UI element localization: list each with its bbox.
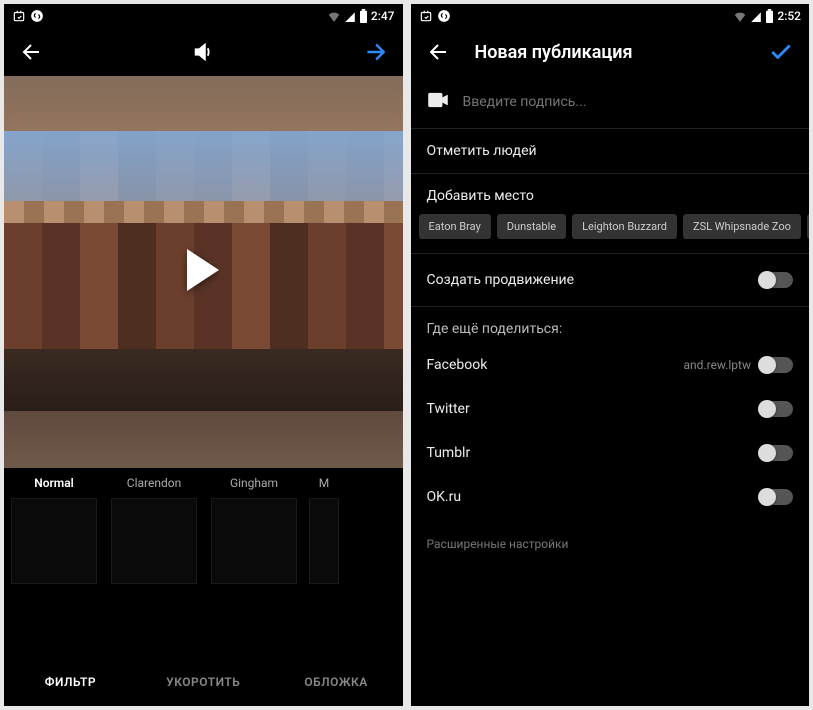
filter-label: Gingham [204,476,304,490]
share-label: Facebook [427,357,684,373]
filter-item[interactable]: M [304,476,344,584]
status-time: 2:52 [777,9,801,23]
tab-cover[interactable]: ОБЛОЖКА [270,675,403,689]
filter-strip: NormalClarendonGinghamM [4,468,403,584]
location-chips: Eaton BrayDunstableLeighton BuzzardZSL W… [411,214,810,253]
status-time: 2:47 [371,9,395,23]
share-toggle[interactable] [759,445,793,461]
filter-label: M [304,476,344,490]
filter-thumbnail [309,498,339,584]
filter-item[interactable]: Normal [4,476,104,584]
shazam-icon [437,9,451,23]
share-toggle[interactable] [759,401,793,417]
tab-trim[interactable]: УКОРОТИТЬ [137,675,270,689]
share-row: Twitter [411,387,810,431]
wifi-icon [327,10,341,22]
battery-icon [765,9,774,23]
top-bar [4,28,403,76]
app-icon-1 [419,9,433,23]
filter-thumbnail [211,498,297,584]
filter-item[interactable]: Clarendon [104,476,204,584]
share-label: OK.ru [427,489,760,505]
status-bar: 2:52 [411,4,810,28]
play-button[interactable] [183,247,223,297]
caption-input[interactable] [463,94,794,110]
status-bar: 2:47 [4,4,403,28]
phone-publish-screen: 2:52 Новая публикация Отметить людей Доб… [411,4,810,706]
wifi-icon [733,10,747,22]
promote-row: Создать продвижение [411,254,810,307]
filter-item[interactable]: Gingham [204,476,304,584]
caption-row [411,76,810,129]
filter-label: Clarendon [104,476,204,490]
promote-toggle[interactable] [759,272,793,288]
back-button[interactable] [16,36,48,68]
shazam-icon [30,9,44,23]
signal-icon [344,10,356,22]
back-button[interactable] [423,36,455,68]
location-chip[interactable]: ZSL Whipsnade Zoo [683,214,801,239]
share-row: Facebookand.rew.lptw [411,343,810,387]
share-account: and.rew.lptw [684,358,751,372]
filter-thumbnail [111,498,197,584]
battery-icon [359,9,368,23]
tag-people-row[interactable]: Отметить людей [411,129,810,174]
signal-icon [750,10,762,22]
share-toggle[interactable] [759,489,793,505]
location-chip[interactable]: Eaton Bray [419,214,491,239]
location-chip[interactable]: Leighton Buzzard [572,214,677,239]
share-header: Где ещё поделиться: [411,307,810,343]
location-chip[interactable]: Mead [807,214,809,239]
next-button[interactable] [359,36,391,68]
bottom-tabs: ФИЛЬТР УКОРОТИТЬ ОБЛОЖКА [4,658,403,706]
top-bar: Новая публикация [411,28,810,76]
promote-label: Создать продвижение [427,272,760,288]
confirm-button[interactable] [765,36,797,68]
camera-icon [427,92,449,112]
add-location-row[interactable]: Добавить место [411,174,810,214]
share-row: OK.ru [411,475,810,519]
video-preview [4,76,403,468]
page-title: Новая публикация [475,42,633,63]
filter-thumbnail [11,498,97,584]
phone-edit-screen: 2:47 NormalClarendonGinghamM ФИЛЬТР УКОР… [4,4,403,706]
app-icon-1 [12,9,26,23]
location-chip[interactable]: Dunstable [497,214,566,239]
share-toggle[interactable] [759,357,793,373]
share-row: Tumblr [411,431,810,475]
share-label: Twitter [427,401,760,417]
tab-filter[interactable]: ФИЛЬТР [4,675,137,689]
share-label: Tumblr [427,445,760,461]
advanced-settings-link[interactable]: Расширенные настройки [411,519,810,569]
sound-toggle-button[interactable] [187,36,219,68]
filter-label: Normal [4,476,104,490]
